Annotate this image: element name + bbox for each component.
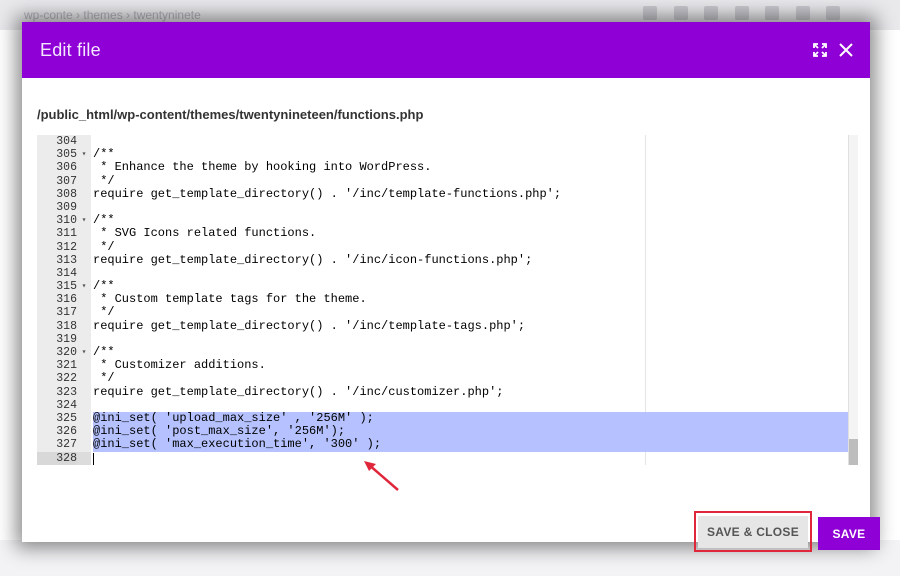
line-number: 328: [37, 451, 77, 465]
editor-lines[interactable]: 304 305 ▾/** 306 * Enhance the theme by hoo…: [37, 135, 848, 465]
code-line[interactable]: 316 * Custom template tags for the theme…: [37, 292, 848, 307]
code-line[interactable]: 309: [37, 201, 848, 214]
line-number: 324: [56, 398, 77, 412]
editor-scrollbar[interactable]: [848, 135, 858, 465]
code-text: * Customizer additions.: [93, 358, 266, 373]
code-text: */: [93, 371, 115, 386]
dialog-title: Edit file: [40, 40, 101, 60]
fold-toggle-icon[interactable]: ▾: [79, 214, 89, 227]
code-text: * SVG Icons related functions.: [93, 226, 317, 241]
code-line[interactable]: 313 require get_template_directory() . '/…: [37, 252, 848, 267]
code-text: * Custom template tags for the theme.: [93, 292, 367, 307]
line-number: 325: [56, 411, 77, 425]
dialog-header: Edit file: [22, 22, 870, 78]
line-number: 308: [56, 187, 77, 201]
toolbar-icon: [643, 6, 658, 20]
line-number: 313: [56, 253, 77, 267]
edit-file-dialog: Edit file /public_html/wp-content/themes…: [22, 22, 880, 552]
toolbar-icon: [795, 6, 810, 20]
code-text: require get_template_directory() . '/inc…: [93, 318, 526, 333]
toolbar-icon: [826, 6, 840, 20]
text-cursor: [93, 452, 94, 465]
line-number: 310: [56, 214, 77, 228]
save-button[interactable]: SAVE: [818, 517, 880, 550]
code-text: require get_template_directory() . '/inc…: [93, 384, 504, 399]
fold-toggle-icon[interactable]: ▾: [79, 280, 89, 293]
toolbar-icon: [704, 6, 719, 20]
code-line[interactable]: 311 * SVG Icons related functions.: [37, 226, 848, 241]
code-text: */: [93, 173, 115, 188]
code-line[interactable]: 314: [37, 267, 848, 280]
code-line[interactable]: 321 * Customizer additions.: [37, 358, 848, 373]
code-line[interactable]: 306 * Enhance the theme by hooking into …: [37, 160, 848, 175]
line-number: 315: [56, 280, 77, 294]
code-line[interactable]: 328: [37, 451, 848, 465]
line-number: 309: [56, 200, 77, 214]
line-number: 323: [56, 385, 77, 399]
close-icon[interactable]: [836, 40, 856, 60]
fold-toggle-icon[interactable]: ▾: [79, 346, 89, 359]
code-text: */: [93, 239, 115, 254]
line-number: 326: [56, 425, 77, 439]
code-line[interactable]: 318 require get_template_directory() . '/…: [37, 318, 848, 333]
code-text: @ini_set( 'max_execution_time', '300' );: [93, 438, 848, 452]
line-number: 307: [56, 174, 77, 188]
code-line[interactable]: 308 require get_template_directory() . '/…: [37, 186, 848, 201]
line-number: 320: [56, 346, 77, 359]
toolbar-icon: [734, 6, 749, 20]
save-and-close-button[interactable]: SAVE & CLOSE: [698, 516, 808, 548]
line-number: 317: [56, 306, 77, 320]
file-path: /public_html/wp-content/themes/twentynin…: [37, 107, 424, 122]
code-line[interactable]: 322 */: [37, 371, 848, 386]
line-number: 321: [56, 359, 77, 373]
line-number: 306: [56, 161, 77, 175]
code-text: * Enhance the theme by hooking into Word…: [93, 160, 432, 175]
background-breadcrumb: wp-conte › themes › twentyninete: [24, 8, 201, 22]
line-number: 322: [56, 372, 77, 386]
expand-icon[interactable]: [810, 40, 830, 60]
code-line[interactable]: 312 */: [37, 239, 848, 254]
line-number: 305: [56, 148, 77, 162]
code-line[interactable]: 307 */: [37, 173, 848, 188]
code-text: require get_template_directory() . '/inc…: [93, 186, 562, 201]
line-number: 319: [56, 332, 77, 346]
code-line[interactable]: 319: [37, 333, 848, 346]
line-number: 314: [56, 266, 77, 280]
line-number: 304: [56, 135, 77, 148]
code-line[interactable]: 327 @ini_set( 'max_execution_time', '300'…: [37, 438, 848, 452]
toolbar-icon: [765, 6, 780, 20]
toolbar-icon: [673, 6, 688, 20]
code-line[interactable]: 323 require get_template_directory() . '/…: [37, 384, 848, 399]
annotation-arrow-icon: [364, 461, 399, 491]
code-editor[interactable]: 304 305 ▾/** 306 * Enhance the theme by hoo…: [37, 135, 858, 465]
line-number: 318: [56, 319, 77, 333]
code-text: require get_template_directory() . '/inc…: [93, 252, 533, 267]
line-number: 312: [56, 240, 77, 254]
line-number: 327: [56, 438, 77, 452]
code-text: */: [93, 305, 115, 320]
code-line[interactable]: 324: [37, 399, 848, 412]
editor-scrollbar-thumb[interactable]: [849, 439, 858, 465]
code-line[interactable]: 304: [37, 135, 848, 148]
code-line[interactable]: 317 */: [37, 305, 848, 320]
fold-toggle-icon[interactable]: ▾: [79, 148, 89, 161]
line-number: 311: [56, 227, 77, 241]
line-number: 316: [56, 293, 77, 307]
